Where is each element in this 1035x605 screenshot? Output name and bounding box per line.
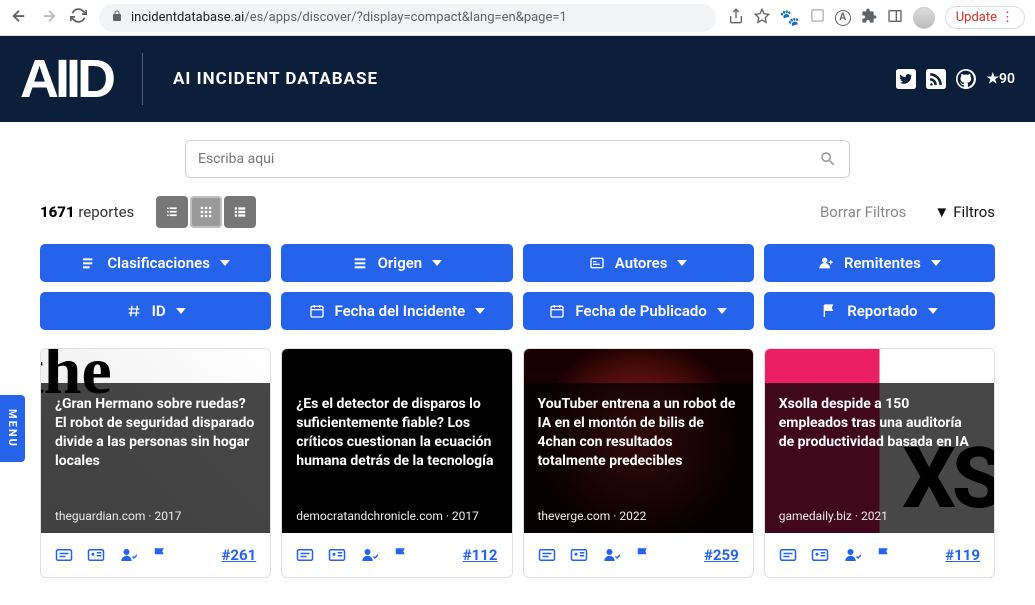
card-title: Xsolla despide a 150 empleados tras una … xyxy=(779,395,980,452)
card-action-icon[interactable] xyxy=(538,546,556,564)
card-title: ¿Es el detector de disparos lo suficient… xyxy=(296,395,497,471)
rss-icon[interactable] xyxy=(926,69,946,89)
update-button[interactable]: Update ⋮ xyxy=(945,6,1025,29)
menu-tab[interactable]: MENU xyxy=(0,395,25,462)
filter-reportado[interactable]: Reportado xyxy=(764,292,995,330)
card-title: ¿Gran Hermano sobre ruedas? El robot de … xyxy=(55,395,256,471)
card-source: democratandchronicle.com · 2017 xyxy=(296,509,479,523)
card-action-icon[interactable] xyxy=(55,546,73,564)
share-icon[interactable] xyxy=(728,8,744,28)
card-title: YouTuber entrena a un robot de IA en el … xyxy=(538,395,739,471)
incident-link[interactable]: #261 xyxy=(222,546,257,564)
incident-card[interactable]: ¿Es el detector de disparos lo suficient… xyxy=(281,348,512,578)
clear-filters-button[interactable]: Borrar Filtros xyxy=(820,203,906,221)
results-count: 1671 reportes xyxy=(40,203,134,221)
view-detail-button[interactable] xyxy=(156,196,188,228)
url-text: incidentdatabase.ai/es/apps/discover/?di… xyxy=(131,10,567,25)
card-action-icon[interactable] xyxy=(602,546,620,564)
filter-fecha-del-incidente[interactable]: Fecha del Incidente xyxy=(281,292,512,330)
incident-card[interactable]: the ¿Gran Hermano sobre ruedas? El robot… xyxy=(40,348,271,578)
filter-remitentes[interactable]: Remitentes xyxy=(764,244,995,282)
card-action-icon[interactable] xyxy=(570,546,588,564)
github-icon[interactable] xyxy=(956,69,976,89)
site-header: AIID AI INCIDENT DATABASE ★90 xyxy=(0,36,1035,122)
card-action-icon[interactable] xyxy=(634,546,652,564)
filter-origen[interactable]: Origen xyxy=(281,244,512,282)
card-action-icon[interactable] xyxy=(392,546,410,564)
card-source: theguardian.com · 2017 xyxy=(55,509,181,523)
filter-id[interactable]: ID xyxy=(40,292,271,330)
card-action-icon[interactable] xyxy=(360,546,378,564)
card-action-icon[interactable] xyxy=(87,546,105,564)
extension-icon-3[interactable]: A xyxy=(835,10,851,26)
filters-toggle[interactable]: ▼ Filtros xyxy=(934,203,995,221)
card-action-icon[interactable] xyxy=(328,546,346,564)
search-box[interactable] xyxy=(185,140,850,178)
profile-avatar[interactable] xyxy=(913,7,935,29)
browser-toolbar: incidentdatabase.ai/es/apps/discover/?di… xyxy=(0,0,1035,36)
incident-link[interactable]: #112 xyxy=(463,546,498,564)
view-grid-button[interactable] xyxy=(190,196,222,228)
site-title: AI INCIDENT DATABASE xyxy=(173,69,378,89)
star-count[interactable]: ★90 xyxy=(986,71,1015,87)
card-source: gamedaily.biz · 2021 xyxy=(779,509,888,523)
incident-card[interactable]: YouTuber entrena a un robot de IA en el … xyxy=(523,348,754,578)
card-action-icon[interactable] xyxy=(843,546,861,564)
lock-icon xyxy=(111,10,123,25)
search-input[interactable] xyxy=(198,151,819,167)
back-button[interactable] xyxy=(10,7,28,29)
address-bar[interactable]: incidentdatabase.ai/es/apps/discover/?di… xyxy=(99,4,716,32)
card-action-icon[interactable] xyxy=(119,546,137,564)
extension-icon-2[interactable] xyxy=(810,8,825,27)
forward-button[interactable] xyxy=(40,7,58,29)
card-action-icon[interactable] xyxy=(811,546,829,564)
incident-link[interactable]: #259 xyxy=(704,546,739,564)
view-list-button[interactable] xyxy=(224,196,256,228)
bookmark-icon[interactable] xyxy=(754,8,770,28)
filter-autores[interactable]: Autores xyxy=(523,244,754,282)
extensions-icon[interactable] xyxy=(861,8,877,28)
card-action-icon[interactable] xyxy=(296,546,314,564)
twitter-icon[interactable] xyxy=(896,69,916,89)
filter-clasificaciones[interactable]: Clasificaciones xyxy=(40,244,271,282)
card-action-icon[interactable] xyxy=(779,546,797,564)
reload-button[interactable] xyxy=(70,7,87,29)
card-action-icon[interactable] xyxy=(875,546,893,564)
filter-fecha-de-publicado[interactable]: Fecha de Publicado xyxy=(523,292,754,330)
card-source: theverge.com · 2022 xyxy=(538,509,647,523)
extension-icon[interactable]: 🐾 xyxy=(780,8,800,27)
panel-icon[interactable] xyxy=(887,8,903,28)
search-icon[interactable] xyxy=(819,150,837,168)
site-logo[interactable]: AIID xyxy=(20,48,112,110)
incident-card[interactable]: XSO Xsolla despide a 150 empleados tras … xyxy=(764,348,995,578)
card-action-icon[interactable] xyxy=(151,546,169,564)
incident-link[interactable]: #119 xyxy=(945,546,980,564)
